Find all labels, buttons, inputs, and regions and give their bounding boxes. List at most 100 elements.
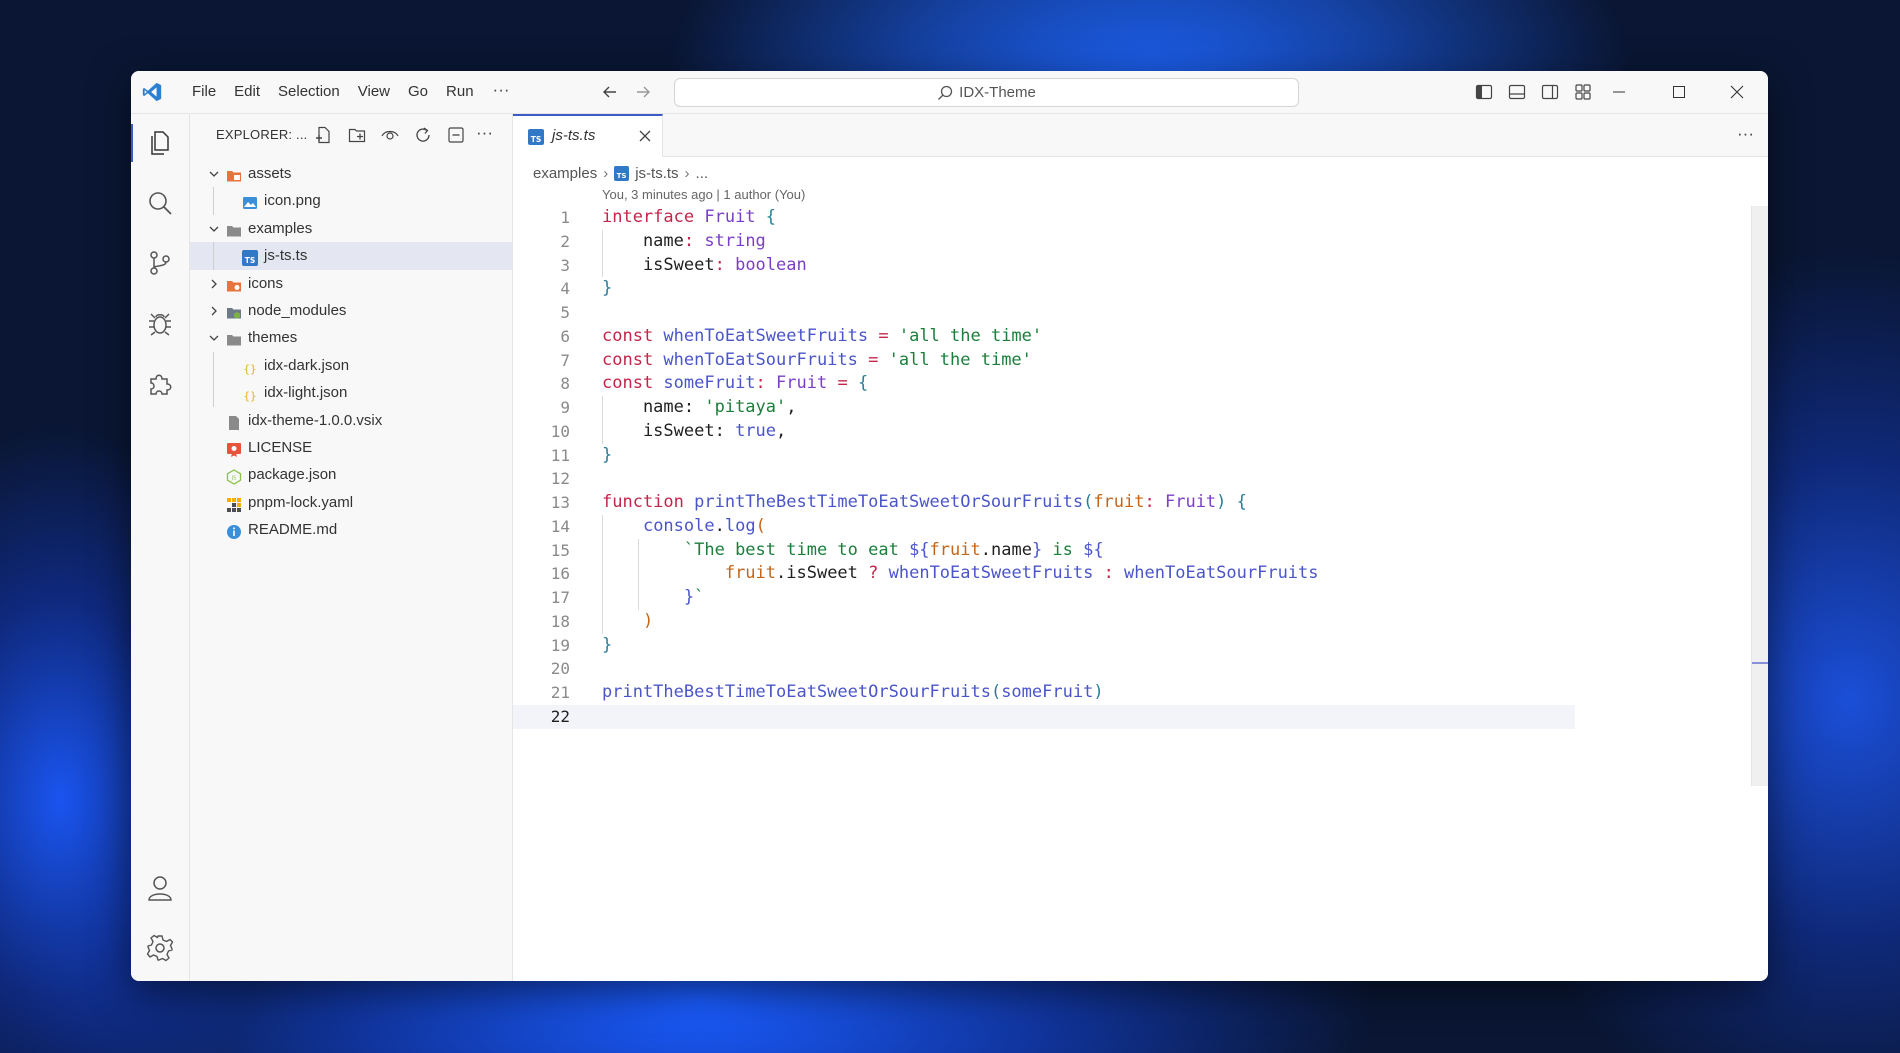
tree-item-js-ts-ts[interactable]: TS js-ts.ts	[190, 242, 512, 270]
code-line[interactable]: 10 isSweet: true,	[513, 420, 1673, 444]
token-keyword: const	[602, 373, 664, 394]
code-line[interactable]: 14 console.log(	[513, 515, 1673, 539]
code-line[interactable]: 16 fruit.isSweet ? whenToEatSweetFruits …	[513, 562, 1673, 586]
new-file-icon[interactable]	[315, 126, 333, 144]
tree-item-label: themes	[248, 329, 298, 347]
code-line[interactable]: 12	[513, 467, 1673, 491]
code-line[interactable]: 20	[513, 657, 1673, 681]
tree-item-idx-theme-1-0-0-vsix[interactable]: idx-theme-1.0.0.vsix	[190, 407, 512, 434]
chevron-down-icon[interactable]	[208, 168, 220, 180]
tree-item-icon-png[interactable]: icon.png	[190, 187, 512, 215]
line-source: const whenToEatSweetFruits = 'all the ti…	[602, 325, 1042, 349]
code-editor[interactable]: 1 interface Fruit {2 name: string 3 isSwee…	[513, 206, 1673, 729]
chevron-down-icon[interactable]	[208, 332, 220, 344]
code-line[interactable]: 3 isSweet: boolean	[513, 254, 1673, 278]
breadcrumb-file[interactable]: js-ts.ts	[635, 165, 678, 182]
chevron-down-icon[interactable]	[208, 223, 220, 235]
token-string: `The best time to eat	[683, 539, 910, 560]
code-line[interactable]: 17 }`	[513, 586, 1673, 610]
source-control-view-button[interactable]	[143, 246, 177, 280]
menu-edit[interactable]: Edit	[225, 78, 269, 106]
menu-go[interactable]: Go	[399, 78, 437, 106]
code-line[interactable]: 19}	[513, 634, 1673, 658]
menu-more-button[interactable]: ···	[483, 78, 520, 106]
collapse-all-icon[interactable]	[447, 126, 465, 144]
vscode-logo-icon[interactable]	[141, 81, 163, 103]
git-blame-annotation[interactable]: You, 3 minutes ago | 1 author (You)	[602, 187, 805, 202]
tree-item-examples[interactable]: examples	[190, 215, 512, 242]
maximize-button[interactable]	[1651, 71, 1707, 113]
token-identifier: whenToEatSweetFruits	[888, 563, 1104, 584]
code-line[interactable]: 1 interface Fruit {	[513, 206, 1673, 230]
explorer-view-button[interactable]	[131, 124, 177, 162]
extensions-view-button[interactable]	[143, 366, 177, 400]
tree-item-license[interactable]: LICENSE	[190, 434, 512, 461]
explorer-more-button[interactable]: ···	[476, 123, 493, 143]
editor-actions-more-button[interactable]: ···	[1737, 124, 1754, 144]
manage-settings-button[interactable]	[143, 931, 177, 965]
tree-item-icons[interactable]: icons	[190, 270, 512, 297]
close-window-button[interactable]	[1709, 71, 1765, 113]
toggle-primary-sidebar-icon[interactable]	[1475, 83, 1493, 101]
code-line[interactable]: 7 const whenToEatSourFruits = 'all the ti…	[513, 349, 1673, 373]
eye-icon[interactable]	[381, 126, 399, 144]
tree-item-readme-md[interactable]: README.md	[190, 516, 512, 543]
menu-view[interactable]: View	[349, 78, 399, 106]
line-number: 20	[550, 659, 570, 679]
tab-js-ts[interactable]: TS js-ts.ts	[513, 114, 663, 157]
command-center-search[interactable]: IDX-Theme	[674, 78, 1299, 107]
code-line[interactable]: 4}	[513, 277, 1673, 301]
code-line[interactable]: 9 name: 'pitaya',	[513, 396, 1673, 420]
tab-bar: TS js-ts.ts ···	[513, 114, 1768, 157]
editor-scrollbar[interactable]	[1751, 206, 1768, 786]
close-icon	[1730, 85, 1744, 99]
line-source: const someFruit: Fruit = {	[602, 372, 868, 396]
breadcrumb-symbol[interactable]: ...	[696, 165, 709, 182]
token-keyword: function	[602, 492, 695, 512]
tree-item-pnpm-lock-yaml[interactable]: pnpm-lock.yaml	[190, 489, 512, 516]
code-line[interactable]: 6 const whenToEatSweetFruits = 'all the t…	[513, 325, 1673, 349]
code-line[interactable]: 21 printTheBestTimeToEatSweetOrSourFruits…	[513, 681, 1673, 705]
run-debug-view-button[interactable]	[143, 306, 177, 340]
code-line[interactable]: 15 `The best time to eat ${fruit.name} i…	[513, 539, 1673, 563]
tree-item-themes[interactable]: themes	[190, 324, 512, 351]
token-parameter: fruit	[724, 563, 777, 584]
line-number: 4	[560, 279, 570, 299]
tree-item-assets[interactable]: assets	[190, 160, 512, 187]
svg-text:{}: {}	[243, 390, 256, 403]
refresh-icon[interactable]	[414, 126, 432, 144]
minimize-button[interactable]	[1591, 71, 1647, 113]
code-line[interactable]: 22	[513, 704, 1575, 729]
back-arrow-icon[interactable]	[601, 83, 619, 101]
customize-layout-icon[interactable]	[1574, 83, 1592, 101]
code-line[interactable]: 13 function printTheBestTimeToEatSweetOrS…	[513, 491, 1673, 515]
close-tab-icon[interactable]	[637, 128, 653, 144]
code-line[interactable]: 18 )	[513, 610, 1673, 634]
source-control-icon	[150, 251, 170, 275]
minimize-icon	[1613, 91, 1625, 93]
code-line[interactable]: 8 const someFruit: Fruit = {	[513, 372, 1673, 396]
tree-item-idx-light-json[interactable]: {} idx-light.json	[190, 379, 512, 407]
chevron-right-icon[interactable]	[208, 278, 220, 290]
toggle-secondary-sidebar-icon[interactable]	[1541, 83, 1559, 101]
new-folder-icon[interactable]	[348, 126, 366, 144]
accounts-button[interactable]	[143, 871, 177, 905]
search-view-button[interactable]	[143, 186, 177, 220]
menu-file[interactable]: File	[183, 78, 225, 106]
code-line[interactable]: 2 name: string	[513, 230, 1673, 254]
code-line[interactable]: 5	[513, 301, 1673, 325]
menu-run[interactable]: Run	[437, 78, 483, 106]
breadcrumb-folder[interactable]: examples	[533, 165, 597, 182]
tab-label: js-ts.ts	[552, 127, 596, 144]
tree-item-package-json[interactable]: JS package.json	[190, 461, 512, 488]
menu-selection[interactable]: Selection	[269, 78, 349, 106]
tree-item-node-modules[interactable]: node_modules	[190, 297, 512, 324]
tree-item-idx-dark-json[interactable]: {} idx-dark.json	[190, 351, 512, 380]
toggle-panel-icon[interactable]	[1508, 83, 1526, 101]
chevron-right-icon[interactable]	[208, 305, 220, 317]
code-line[interactable]: 11}	[513, 444, 1673, 468]
forward-arrow-icon[interactable]	[634, 83, 652, 101]
